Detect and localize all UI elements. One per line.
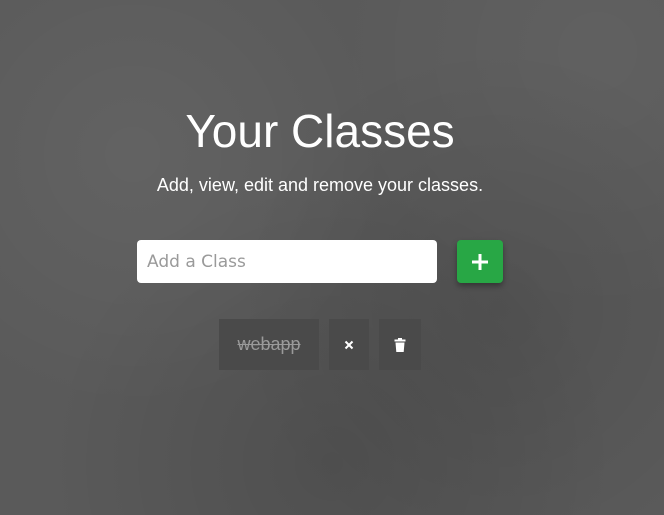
delete-button[interactable] xyxy=(379,319,421,370)
page-title: Your Classes xyxy=(185,105,455,157)
classes-page: Your Classes Add, view, edit and remove … xyxy=(0,0,664,515)
add-class-button[interactable] xyxy=(457,240,503,283)
trash-icon xyxy=(394,337,406,352)
close-icon xyxy=(344,340,354,350)
page-subtitle: Add, view, edit and remove your classes. xyxy=(156,175,484,195)
class-item-webapp[interactable]: webapp xyxy=(219,319,319,370)
plus-icon xyxy=(471,253,489,271)
add-class-input[interactable] xyxy=(137,240,437,283)
close-button[interactable] xyxy=(329,319,369,370)
